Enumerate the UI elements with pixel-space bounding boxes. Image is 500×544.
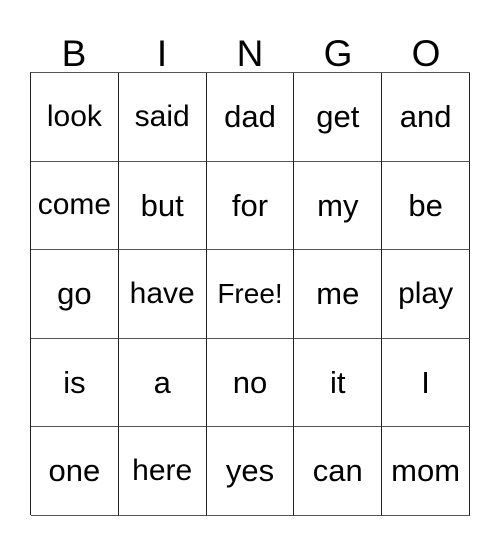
bingo-header-letter-b: B <box>61 33 87 74</box>
bingo-cell-label: have <box>129 276 195 310</box>
bingo-cell[interactable]: said <box>118 73 207 162</box>
bingo-cell-label: no <box>232 364 268 400</box>
bingo-cell[interactable]: look <box>31 73 119 162</box>
bingo-cell-label: dad <box>224 99 276 135</box>
bingo-cell-label: look <box>46 99 102 133</box>
bingo-cell[interactable]: go <box>31 250 119 339</box>
bingo-header-letter-n: N <box>236 33 264 74</box>
bingo-cell-label: said <box>134 99 190 133</box>
bingo-row: is a no it I <box>31 338 470 427</box>
bingo-cell[interactable]: my <box>294 161 383 250</box>
bingo-cell[interactable]: and <box>382 73 470 162</box>
bingo-cell-label: is <box>63 364 86 400</box>
bingo-header-letter-o: O <box>411 33 441 74</box>
bingo-cell-label: play <box>398 276 454 310</box>
bingo-cell[interactable]: have <box>118 250 207 339</box>
bingo-cell[interactable]: come <box>31 161 119 250</box>
bingo-cell-label: my <box>317 187 359 223</box>
bingo-cell[interactable]: play <box>382 250 470 339</box>
bingo-cell-label: a <box>153 364 171 400</box>
bingo-cell[interactable]: one <box>31 427 119 516</box>
bingo-cell-label: can <box>312 453 363 489</box>
bingo-cell[interactable]: I <box>382 338 470 427</box>
bingo-cell[interactable]: yes <box>206 427 295 516</box>
bingo-row: come but for my be <box>31 161 470 250</box>
bingo-header-cell-i: I <box>118 20 206 72</box>
bingo-header-cell-n: N <box>206 20 294 72</box>
bingo-cell-label: and <box>399 99 452 135</box>
bingo-cell[interactable]: is <box>31 338 119 427</box>
bingo-cell-label: me <box>316 276 360 312</box>
bingo-row: one here yes can mom <box>31 427 470 516</box>
bingo-card: B I N G O look said dad get and come but… <box>0 0 500 544</box>
bingo-cell[interactable]: be <box>382 161 470 250</box>
bingo-cell[interactable]: but <box>118 161 207 250</box>
bingo-header-cell-b: B <box>30 20 118 72</box>
bingo-grid: look said dad get and come but for my be… <box>30 72 470 516</box>
bingo-cell-label: mom <box>391 453 461 489</box>
bingo-cell-label: I <box>421 364 430 400</box>
bingo-cell[interactable]: it <box>294 338 383 427</box>
bingo-row: go have Free! me play <box>31 250 470 339</box>
bingo-cell-label: yes <box>225 453 275 489</box>
bingo-cell[interactable]: no <box>206 338 295 427</box>
bingo-cell-label: come <box>37 188 112 222</box>
bingo-cell[interactable]: a <box>118 338 207 427</box>
bingo-cell-label: go <box>57 276 92 312</box>
bingo-free-cell-label: Free! <box>217 277 283 309</box>
bingo-cell[interactable]: here <box>118 427 207 516</box>
bingo-cell[interactable]: for <box>206 161 295 250</box>
bingo-cell-label: for <box>231 187 269 223</box>
bingo-cell[interactable]: can <box>294 427 383 516</box>
bingo-free-cell[interactable]: Free! <box>206 250 295 339</box>
bingo-cell[interactable]: get <box>294 73 383 162</box>
bingo-header-cell-g: G <box>294 20 382 72</box>
bingo-row: look said dad get and <box>31 73 470 162</box>
bingo-header-letter-g: G <box>323 33 353 74</box>
bingo-cell[interactable]: mom <box>382 427 470 516</box>
bingo-header-cell-o: O <box>382 20 470 72</box>
bingo-cell-label: but <box>140 187 184 223</box>
bingo-cell[interactable]: dad <box>206 73 295 162</box>
bingo-cell-label: here <box>132 453 193 487</box>
bingo-header-letter-i: I <box>156 33 168 74</box>
bingo-cell-label: one <box>48 453 101 489</box>
bingo-cell[interactable]: me <box>294 250 383 339</box>
bingo-cell-label: get <box>316 99 360 135</box>
bingo-cell-label: be <box>408 187 443 223</box>
bingo-header-row: B I N G O <box>30 20 470 72</box>
bingo-cell-label: it <box>330 364 346 400</box>
